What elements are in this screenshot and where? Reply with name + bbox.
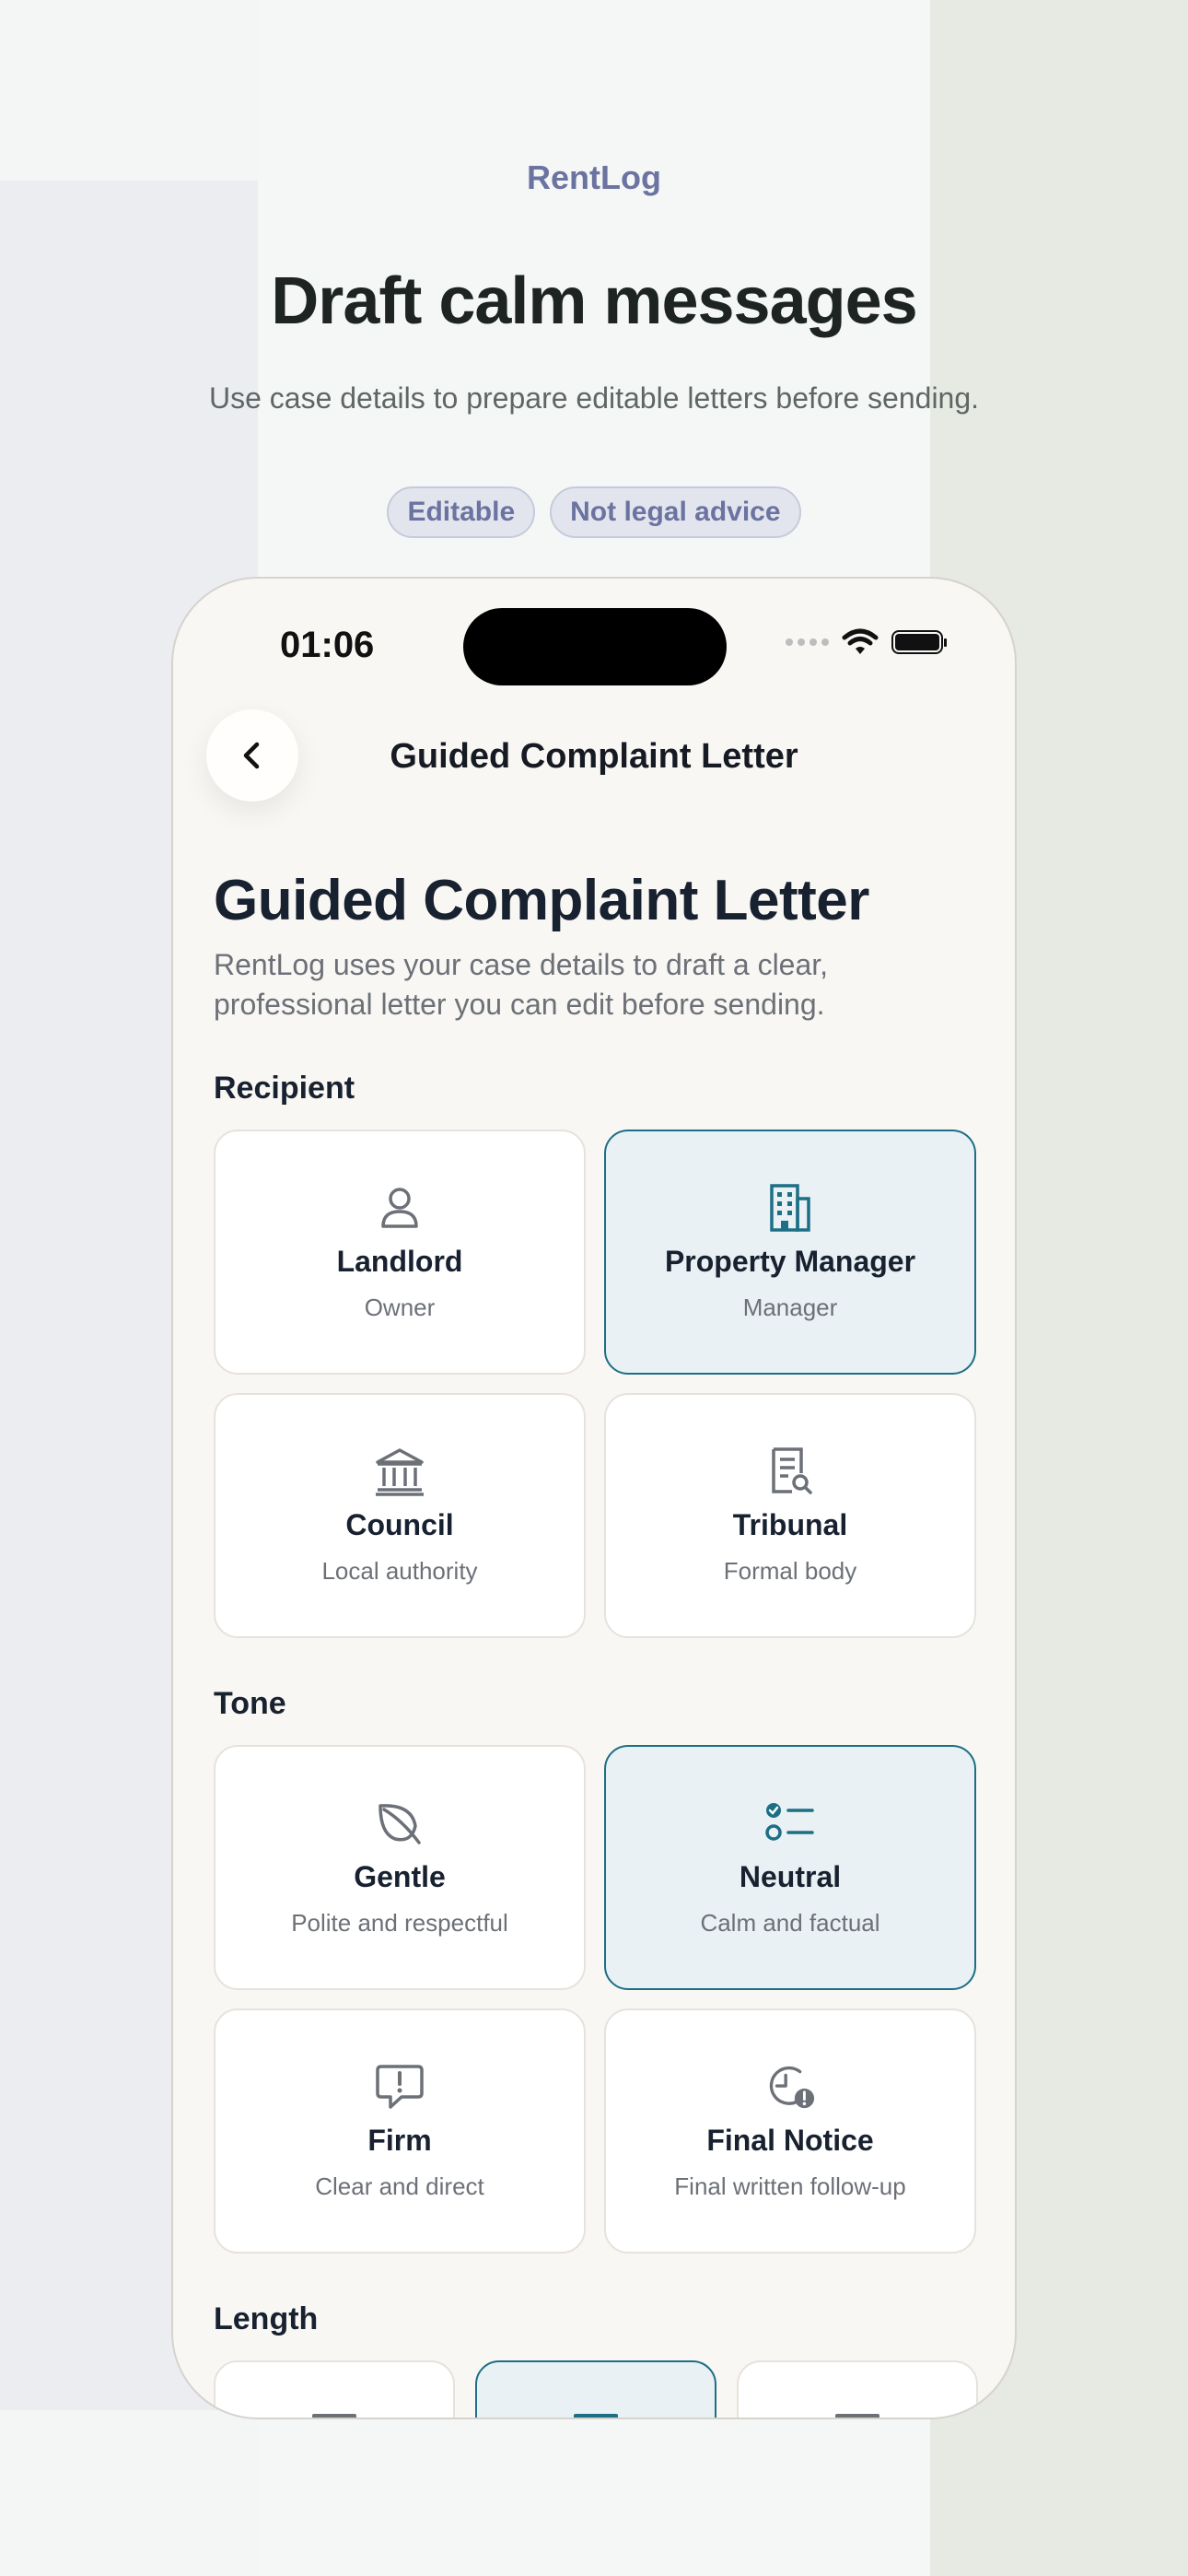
hero-title: Draft calm messages — [271, 264, 917, 338]
option-title: Firm — [367, 2124, 432, 2157]
page-description: RentLog uses your case details to draft … — [214, 948, 829, 1021]
recipient-option-property-manager[interactable]: Property Manager Manager — [604, 1130, 976, 1375]
option-subtitle: Calm and factual — [700, 1909, 880, 1937]
recipient-option-council[interactable]: Council Local authority — [214, 1393, 586, 1638]
page-title: Guided Complaint Letter — [214, 869, 869, 932]
brand-name: RentLog — [527, 158, 661, 196]
length-options — [214, 2360, 978, 2418]
tone-option-gentle[interactable]: Gentle Polite and respectful — [214, 1745, 586, 1990]
government-building-icon — [374, 1446, 425, 1497]
length-option-medium[interactable] — [475, 2360, 716, 2418]
option-subtitle: Manager — [742, 1294, 838, 1321]
section-label-tone: Tone — [214, 1686, 286, 1721]
tone-option-firm[interactable]: Firm Clear and direct — [214, 2008, 586, 2254]
option-title: Neutral — [739, 1860, 842, 1893]
hero-subtitle: Use case details to prepare editable let… — [208, 381, 980, 415]
option-title: Gentle — [354, 1860, 446, 1893]
signal-dots-icon — [786, 638, 829, 646]
section-label-recipient: Recipient — [214, 1071, 355, 1106]
exclamation-bubble-icon — [374, 2061, 425, 2113]
option-subtitle: Owner — [364, 1294, 436, 1321]
length-option-long[interactable] — [737, 2360, 978, 2418]
option-title: Tribunal — [732, 1508, 848, 1541]
chip-editable: Editable — [387, 486, 536, 538]
recipient-option-tribunal[interactable]: Tribunal Formal body — [604, 1393, 976, 1638]
recipient-option-landlord[interactable]: Landlord Owner — [214, 1130, 586, 1375]
hero-chips: Editable Not legal advice — [0, 486, 1188, 538]
recipient-grid: Landlord Owner Property Manager Manager … — [214, 1130, 978, 1638]
option-subtitle: Final written follow-up — [674, 2172, 906, 2200]
building-icon — [764, 1182, 816, 1234]
long-lines-icon — [835, 2414, 879, 2418]
tone-option-final-notice[interactable]: Final Notice Final written follow-up — [604, 2008, 976, 2254]
option-subtitle: Clear and direct — [315, 2172, 484, 2200]
document-search-icon — [764, 1446, 816, 1497]
option-title: Landlord — [336, 1245, 463, 1278]
nav-title: Guided Complaint Letter — [390, 737, 798, 776]
chip-not-legal-advice: Not legal advice — [550, 486, 801, 538]
option-title: Property Manager — [664, 1245, 916, 1278]
dynamic-island — [463, 608, 727, 685]
battery-icon — [891, 630, 947, 654]
checklist-icon — [764, 1797, 816, 1849]
section-label-length: Length — [214, 2301, 319, 2336]
tone-grid: Gentle Polite and respectful Neutral Cal… — [214, 1745, 978, 2254]
person-icon — [374, 1182, 425, 1234]
option-title: Final Notice — [706, 2124, 874, 2157]
phone-frame: 01:06 Guided Complaint Letter Guided Com… — [171, 577, 1017, 2419]
clock-alert-icon — [764, 2061, 816, 2113]
tone-option-neutral[interactable]: Neutral Calm and factual — [604, 1745, 976, 1990]
status-indicators — [786, 628, 947, 656]
length-option-short[interactable] — [214, 2360, 455, 2418]
medium-lines-icon — [574, 2414, 618, 2418]
short-lines-icon — [312, 2414, 356, 2418]
option-subtitle: Local authority — [321, 1557, 478, 1585]
option-title: Council — [345, 1508, 454, 1541]
status-time: 01:06 — [280, 625, 375, 665]
option-subtitle: Polite and respectful — [291, 1909, 508, 1937]
wifi-icon — [842, 628, 879, 654]
option-subtitle: Formal body — [723, 1557, 857, 1585]
leaf-icon — [374, 1797, 425, 1849]
